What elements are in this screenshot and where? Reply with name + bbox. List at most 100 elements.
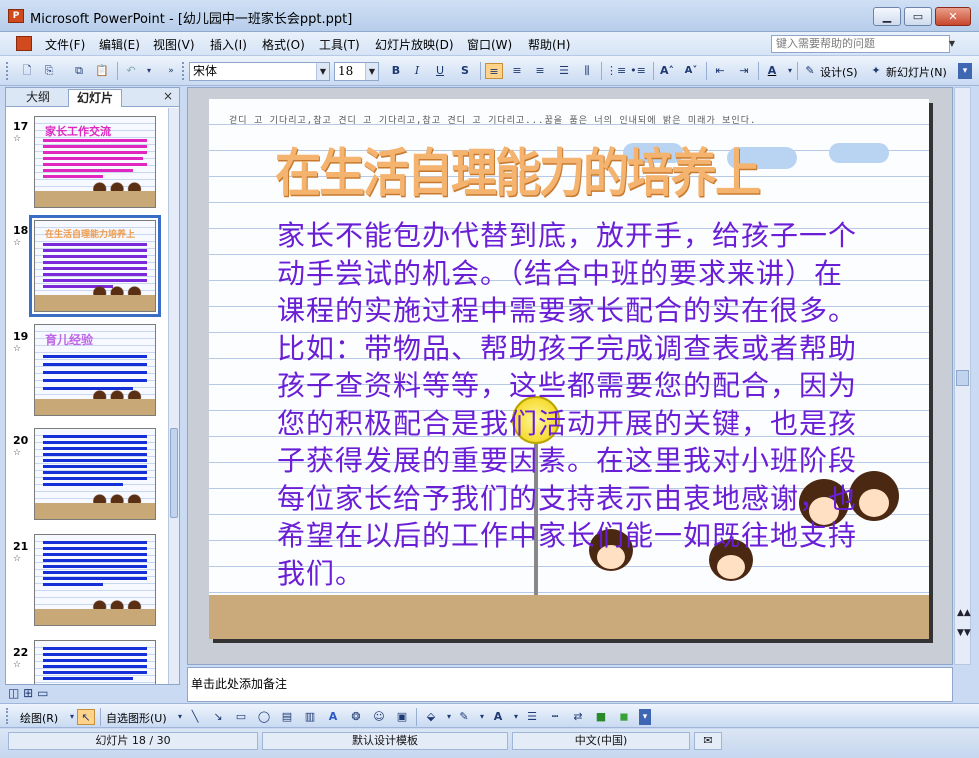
transition-star-icon[interactable]: ☆ xyxy=(13,134,21,144)
scroll-thumb[interactable] xyxy=(170,428,178,518)
slide-thumbnail-22[interactable] xyxy=(34,640,156,684)
slide-thumbnail-21[interactable] xyxy=(34,534,156,626)
font-color-icon[interactable]: A xyxy=(763,63,781,79)
normal-view-icon[interactable]: ◫ xyxy=(8,686,19,700)
transition-star-icon[interactable]: ☆ xyxy=(13,660,21,670)
chevron-down-icon[interactable]: ▼ xyxy=(316,63,329,80)
numbered-list-icon[interactable]: ⋮≡ xyxy=(606,63,626,79)
select-pointer-icon[interactable]: ↖ xyxy=(77,709,95,725)
vertical-textbox-icon[interactable]: ▥ xyxy=(301,709,319,725)
toolbar-options-icon[interactable]: ▾ xyxy=(958,63,972,79)
autoshapes-button[interactable]: 自选图形(U) xyxy=(106,710,167,726)
close-button[interactable]: ✕ xyxy=(935,7,971,26)
thumbnail-scrollbar[interactable] xyxy=(168,108,179,684)
3d-style-icon[interactable]: ◼ xyxy=(615,709,633,725)
tab-slides[interactable]: 幻灯片 xyxy=(68,89,123,107)
open-icon[interactable]: ⎘ xyxy=(40,63,58,79)
help-dropdown-icon[interactable]: ▼ xyxy=(949,39,955,48)
decrease-font-icon[interactable]: A˅ xyxy=(682,63,700,79)
next-slide-icon[interactable]: ▼▼ xyxy=(957,628,971,638)
menu-help[interactable]: 帮助(H) xyxy=(528,36,570,53)
scroll-thumb[interactable] xyxy=(956,370,969,386)
line-color-icon[interactable]: ✎ xyxy=(455,709,473,725)
previous-slide-icon[interactable]: ▲▲ xyxy=(957,608,971,618)
oval-tool-icon[interactable]: ◯ xyxy=(255,709,273,725)
decrease-indent-icon[interactable]: ⇤ xyxy=(711,63,729,79)
undo-dropdown-icon[interactable]: ▾ xyxy=(140,63,158,79)
transition-star-icon[interactable]: ☆ xyxy=(13,238,21,248)
toolbar-options-icon[interactable]: ▾ xyxy=(639,709,651,725)
shadow-button[interactable]: S xyxy=(456,63,474,79)
menu-edit[interactable]: 编辑(E) xyxy=(99,36,140,53)
arrow-style-icon[interactable]: ⇄ xyxy=(569,709,587,725)
slide-scrollbar[interactable]: ▲▲ ▼▼ xyxy=(954,87,971,665)
diagram-icon[interactable]: ❂ xyxy=(347,709,365,725)
slide-sorter-view-icon[interactable]: ⊞ xyxy=(23,686,33,700)
undo-icon[interactable]: ↶ xyxy=(122,63,140,79)
new-file-icon[interactable]: 🗋 xyxy=(18,63,36,79)
slide-thumbnail-19[interactable]: 育儿经验 xyxy=(34,324,156,416)
bullet-list-icon[interactable]: •≡ xyxy=(629,63,647,79)
distributed-align-icon[interactable]: ⫼ xyxy=(578,63,596,79)
menu-file[interactable]: 文件(F) xyxy=(45,36,85,53)
align-left-icon[interactable]: ≡ xyxy=(485,63,503,79)
align-center-icon[interactable]: ≡ xyxy=(508,63,526,79)
shadow-style-icon[interactable]: ■ xyxy=(592,709,610,725)
increase-indent-icon[interactable]: ⇥ xyxy=(735,63,753,79)
current-slide[interactable]: 걷디 고 기다리고,참고 견디 고 기다리고,참고 견디 고 기다리고...꿈을… xyxy=(209,99,929,639)
notes-pane[interactable]: 单击此处添加备注 xyxy=(187,667,953,702)
fill-color-icon[interactable]: ⬙ xyxy=(422,709,440,725)
paste-icon[interactable]: 📋 xyxy=(93,63,111,79)
close-icon[interactable]: × xyxy=(163,89,173,103)
toolbar-grip[interactable] xyxy=(6,62,10,80)
transition-star-icon[interactable]: ☆ xyxy=(13,344,21,354)
menu-slideshow[interactable]: 幻灯片放映(D) xyxy=(375,36,454,53)
minimize-button[interactable]: ▁ xyxy=(873,7,901,26)
slide-title[interactable]: 在生活自理能力的培养上 xyxy=(275,133,761,207)
slide-thumbnail-17[interactable]: 家长工作交流 xyxy=(34,116,156,208)
line-style-icon[interactable]: ☰ xyxy=(523,709,541,725)
toolbar-overflow-icon[interactable]: » xyxy=(162,63,180,79)
menu-window[interactable]: 窗口(W) xyxy=(467,36,512,53)
line-tool-icon[interactable]: ╲ xyxy=(186,709,204,725)
picture-icon[interactable]: ▣ xyxy=(393,709,411,725)
new-slide-icon[interactable]: ✦ xyxy=(867,63,885,79)
arrow-tool-icon[interactable]: ↘ xyxy=(209,709,227,725)
menu-insert[interactable]: 插入(I) xyxy=(210,36,247,53)
help-search-input[interactable]: 键入需要帮助的问题 xyxy=(771,35,950,53)
bold-button[interactable]: B xyxy=(387,63,405,79)
chevron-down-icon[interactable]: ▼ xyxy=(365,63,378,80)
dash-style-icon[interactable]: ┅ xyxy=(546,709,564,725)
menu-tools[interactable]: 工具(T) xyxy=(319,36,360,53)
copy-icon[interactable]: ⧉ xyxy=(70,63,88,79)
justify-icon[interactable]: ☰ xyxy=(555,63,573,79)
restore-button[interactable]: ▭ xyxy=(904,7,932,26)
toolbar-grip[interactable] xyxy=(182,62,186,80)
spelling-check-icon[interactable]: ✉ xyxy=(694,732,722,750)
slide-thumbnail-18[interactable]: 在生活自理能力培养上 xyxy=(29,215,161,317)
document-icon[interactable] xyxy=(16,36,32,51)
wordart-icon[interactable]: A xyxy=(324,709,342,725)
powerpoint-app-icon[interactable]: P xyxy=(8,9,24,23)
transition-star-icon[interactable]: ☆ xyxy=(13,448,21,458)
textbox-tool-icon[interactable]: ▤ xyxy=(278,709,296,725)
slide-thumbnail-20[interactable] xyxy=(34,428,156,520)
italic-button[interactable]: I xyxy=(408,63,426,79)
menu-format[interactable]: 格式(O) xyxy=(262,36,305,53)
clipart-icon[interactable]: ☺ xyxy=(370,709,388,725)
menu-view[interactable]: 视图(V) xyxy=(153,36,195,53)
toolbar-grip[interactable] xyxy=(6,708,10,724)
draw-menu-button[interactable]: 绘图(R) xyxy=(20,710,58,726)
rectangle-tool-icon[interactable]: ▭ xyxy=(232,709,250,725)
font-color-icon[interactable]: A xyxy=(489,709,507,725)
slide-body-text[interactable]: 家长不能包办代替到底，放开手，给孩子一个动手尝试的机会。（结合中班的要求来讲）在… xyxy=(277,217,867,592)
new-slide-button[interactable]: 新幻灯片(N) xyxy=(886,64,947,80)
slideshow-view-icon[interactable]: ▭ xyxy=(37,686,48,700)
transition-star-icon[interactable]: ☆ xyxy=(13,554,21,564)
font-name-select[interactable]: 宋体 ▼ xyxy=(189,62,330,81)
design-icon[interactable]: ✎ xyxy=(801,63,819,79)
tab-outline[interactable]: 大纲 xyxy=(18,89,58,107)
align-right-icon[interactable]: ≡ xyxy=(531,63,549,79)
design-button[interactable]: 设计(S) xyxy=(820,64,858,80)
font-size-select[interactable]: 18 ▼ xyxy=(334,62,379,81)
